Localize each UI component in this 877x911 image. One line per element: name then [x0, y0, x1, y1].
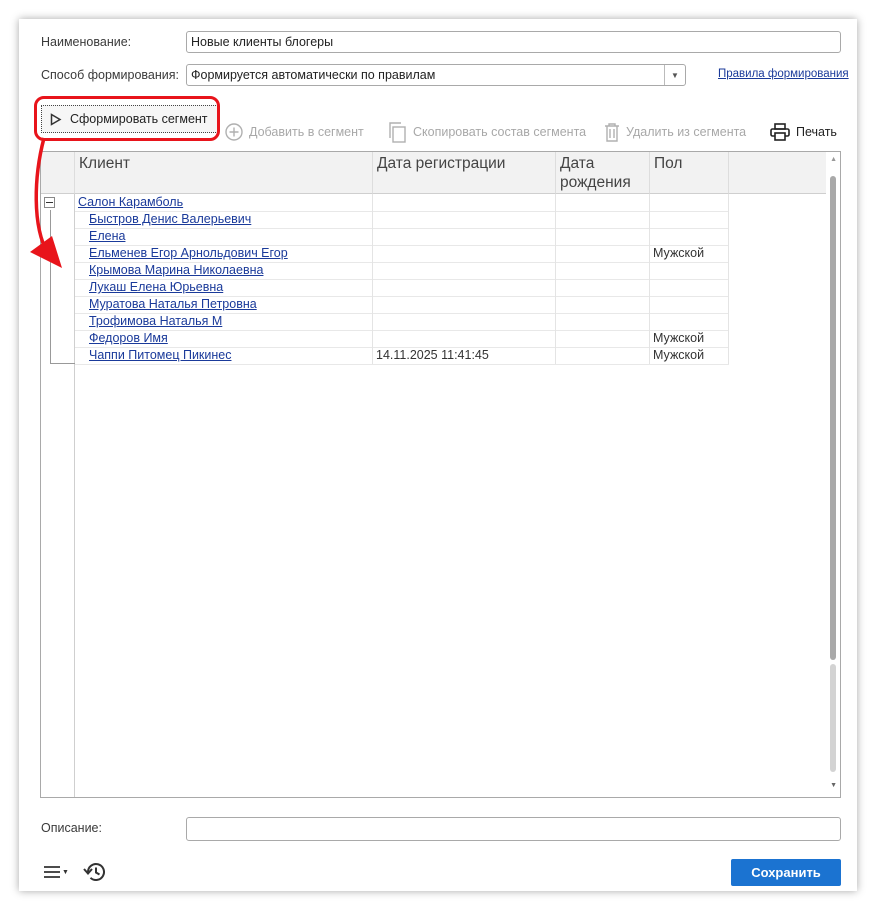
cell-birth-date [556, 211, 650, 228]
annotation-highlight [34, 96, 220, 141]
header-client[interactable]: Клиент [75, 152, 373, 194]
chevron-down-icon[interactable]: ▼ [664, 65, 685, 85]
cell-client[interactable]: Лукаш Елена Юрьевна [75, 279, 373, 296]
cell-reg-date [373, 313, 556, 330]
cell-gender: Мужской [650, 347, 729, 364]
cell-client[interactable]: Трофимова Наталья М [75, 313, 373, 330]
method-select[interactable]: Формируется автоматически по правилам ▼ [186, 64, 686, 86]
header-filler [729, 152, 828, 194]
table-row[interactable]: Елена [75, 228, 729, 246]
copy-icon [389, 122, 406, 143]
cell-gender [650, 313, 729, 330]
cell-reg-date [373, 228, 556, 245]
table-row[interactable]: Чаппи Питомец Пикинес 14.11.2025 11:41:45… [75, 347, 729, 365]
delete-from-segment-button[interactable]: Удалить из сегмента [604, 120, 746, 144]
plus-circle-icon [225, 123, 243, 141]
cell-birth-date [556, 347, 650, 364]
clients-table: Клиент Дата регистрации Дата рождения По… [40, 151, 841, 798]
cell-birth-date [556, 313, 650, 330]
copy-segment-label: Скопировать состав сегмента [413, 125, 587, 139]
cell-birth-date [556, 279, 650, 296]
trash-icon [605, 122, 619, 142]
table-row[interactable]: Крымова Марина Николаевна [75, 262, 729, 280]
cell-gender [650, 228, 729, 245]
table-row[interactable]: Трофимова Наталья М [75, 313, 729, 331]
save-button[interactable]: Сохранить [731, 859, 841, 886]
table-group-row[interactable]: Салон Карамболь [75, 194, 729, 212]
add-to-segment-button[interactable]: Добавить в сегмент [225, 120, 364, 144]
cell-reg-date [373, 245, 556, 262]
cell-reg-date [373, 296, 556, 313]
hamburger-icon [44, 866, 60, 878]
delete-from-segment-label: Удалить из сегмента [626, 125, 747, 139]
history-icon[interactable] [83, 862, 105, 882]
scroll-down-icon[interactable]: ▼ [830, 782, 837, 789]
method-value: Формируется автоматически по правилам [191, 68, 436, 82]
description-input[interactable] [186, 817, 841, 841]
cell-client[interactable]: Крымова Марина Николаевна [75, 262, 373, 279]
name-label: Наименование: [41, 35, 132, 49]
cell-client[interactable]: Елена [75, 228, 373, 245]
name-input[interactable]: Новые клиенты блогеры [186, 31, 841, 53]
cell-birth-date [556, 228, 650, 245]
table-row[interactable]: Быстров Денис Валерьевич [75, 211, 729, 229]
copy-segment-button[interactable]: Скопировать состав сегмента [387, 120, 586, 144]
rules-link[interactable]: Правила формирования [718, 68, 849, 80]
cell-birth-date [556, 296, 650, 313]
header-gender[interactable]: Пол [650, 152, 729, 194]
annotation-arrow [30, 137, 62, 268]
method-label: Способ формирования: [41, 68, 179, 82]
cell-gender [650, 279, 729, 296]
description-label: Описание: [41, 821, 102, 835]
cell-birth-date [556, 245, 650, 262]
table-row[interactable]: Муратова Наталья Петровна [75, 296, 729, 314]
cell-client[interactable]: Федоров Имя [75, 330, 373, 347]
table-row[interactable]: Ельменев Егор Арнольдович Егор Мужской [75, 245, 729, 263]
cell-client[interactable]: Ельменев Егор Арнольдович Егор [75, 245, 373, 262]
cell-birth-date [556, 330, 650, 347]
cell-client[interactable]: Чаппи Питомец Пикинес [75, 347, 373, 364]
printer-icon [770, 123, 790, 141]
more-menu-button[interactable]: ▼ [43, 865, 69, 879]
scroll-up-icon[interactable]: ▲ [830, 156, 837, 163]
cell-reg-date [373, 279, 556, 296]
header-reg-date[interactable]: Дата регистрации [373, 152, 556, 194]
scrollbar-track-lower [830, 664, 836, 772]
cell-gender [650, 211, 729, 228]
cell-gender [650, 296, 729, 313]
scrollbar-thumb[interactable] [830, 176, 836, 660]
segment-form-window: Наименование: Новые клиенты блогеры Спос… [19, 19, 857, 891]
cell-client[interactable]: Муратова Наталья Петровна [75, 296, 373, 313]
table-row[interactable]: Лукаш Елена Юрьевна [75, 279, 729, 297]
header-birth-date[interactable]: Дата рождения [556, 152, 650, 194]
cell-client[interactable]: Быстров Денис Валерьевич [75, 211, 373, 228]
cell-birth-date [556, 262, 650, 279]
cell-gender: Мужской [650, 330, 729, 347]
print-label: Печать [796, 125, 837, 139]
cell-reg-date: 14.11.2025 11:41:45 [373, 347, 556, 364]
cell-reg-date [373, 330, 556, 347]
cell-gender [650, 262, 729, 279]
chevron-down-icon: ▼ [62, 868, 69, 876]
table-row[interactable]: Федоров Имя Мужской [75, 330, 729, 348]
add-to-segment-label: Добавить в сегмент [249, 125, 364, 139]
group-name[interactable]: Салон Карамболь [75, 194, 373, 211]
cell-reg-date [373, 211, 556, 228]
cell-gender: Мужской [650, 245, 729, 262]
vertical-scrollbar[interactable]: ▲ ▼ [826, 152, 840, 797]
cell-reg-date [373, 262, 556, 279]
print-button[interactable]: Печать [770, 120, 837, 144]
